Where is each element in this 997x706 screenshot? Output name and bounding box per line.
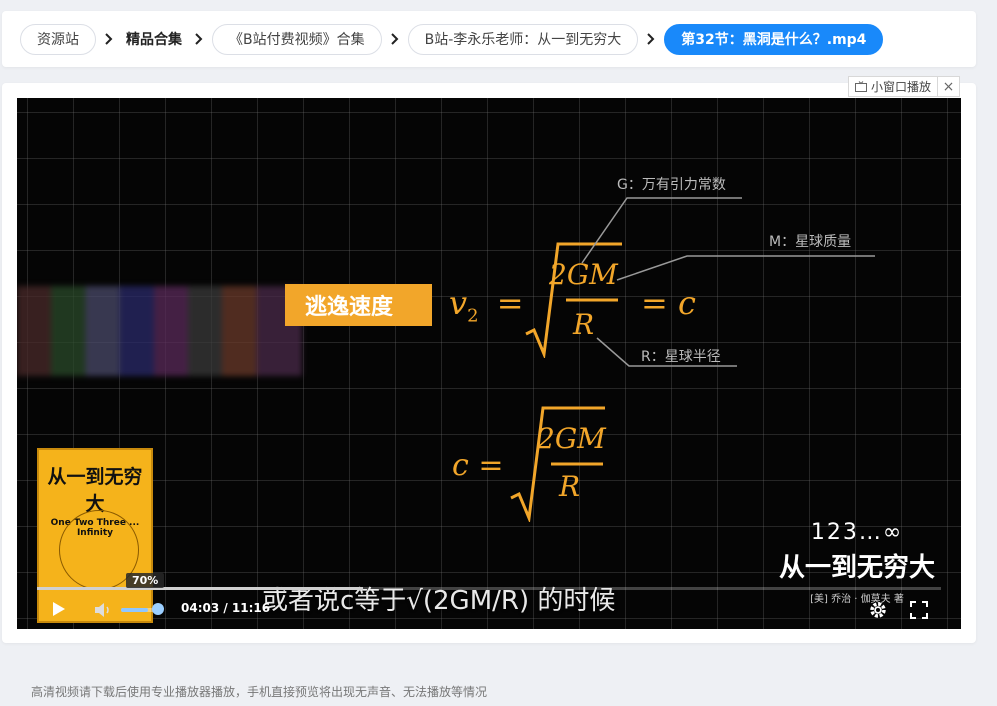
formula-v2: v2 = — [449, 284, 524, 326]
annotation-lines — [581, 197, 875, 367]
fullscreen-icon[interactable] — [910, 601, 928, 619]
formula-v: v — [449, 284, 468, 322]
video-player[interactable]: 逃逸速度 v2 = 2GM R = c G：万有引力常数 M：星球质量 R：星球… — [17, 98, 961, 629]
formula2-numerator: 2GM — [537, 422, 606, 455]
book-title: 从一到无穷大 — [47, 466, 143, 515]
mini-window-icon — [855, 81, 867, 92]
progress-bar[interactable] — [37, 587, 941, 590]
mini-window-label: 小窗口播放 — [871, 80, 932, 94]
annotation-g: G：万有引力常数 — [617, 177, 726, 193]
formula2-denominator: R — [559, 470, 581, 503]
book-cover: 从一到无穷大 One Two Three ... Infinity — [37, 448, 153, 623]
formula-sub: 2 — [467, 305, 479, 327]
close-icon[interactable]: × — [938, 79, 959, 95]
breadcrumb-item-course[interactable]: B站-李永乐老师：从一到无穷大 — [407, 23, 639, 55]
breadcrumb: 资源站 精品合集 《B站付费视频》合集 B站-李永乐老师：从一到无穷大 第32节… — [2, 11, 976, 67]
chevron-right-icon — [638, 33, 664, 45]
breadcrumb-item-current-file[interactable]: 第32节：黑洞是什么？.mp4 — [664, 23, 884, 55]
footer-note: 高清视频请下载后使用专业播放器播放，手机直接预览将出现无声音、无法播放等情况 — [31, 685, 488, 699]
book-logo: 123…∞ 从一到无穷大 [美] 乔治 · 伽莫夫 著 — [779, 520, 935, 605]
mini-window-control: 小窗口播放 × — [848, 76, 960, 97]
video-subtitle: 或者说c等于√(2GM/R) 的时候 — [262, 586, 616, 616]
breadcrumb-item-resource-site[interactable]: 资源站 — [20, 23, 96, 55]
volume-knob[interactable] — [151, 603, 164, 615]
breadcrumb-item-bilibili-paid[interactable]: 《B站付费视频》合集 — [212, 23, 382, 55]
blurred-region — [17, 286, 302, 376]
volume-tooltip: 70% — [126, 573, 165, 588]
annotation-r: R：星球半径 — [641, 349, 721, 365]
time-display: 04:03 / 11:16 — [181, 601, 271, 615]
volume-icon[interactable] — [93, 601, 113, 619]
play-icon[interactable] — [49, 600, 67, 618]
escape-velocity-label: 逃逸速度 — [285, 284, 432, 326]
formula-eq: = — [496, 284, 524, 322]
chevron-right-icon — [96, 33, 122, 45]
logo-line1: 123…∞ — [810, 520, 904, 545]
volume-fill — [121, 608, 148, 612]
annotation-m: M：星球质量 — [769, 234, 852, 250]
chevron-right-icon — [186, 33, 212, 45]
logo-line2: 从一到无穷大 — [778, 553, 935, 583]
breadcrumb-item-collection[interactable]: 精品合集 — [122, 23, 186, 55]
mini-window-button[interactable]: 小窗口播放 — [849, 77, 939, 96]
formula2-lhs: c = — [452, 448, 504, 483]
sqrt-sign-2 — [510, 406, 605, 522]
gear-icon[interactable] — [868, 600, 888, 620]
chevron-right-icon — [382, 33, 408, 45]
progress-fill — [37, 587, 364, 590]
